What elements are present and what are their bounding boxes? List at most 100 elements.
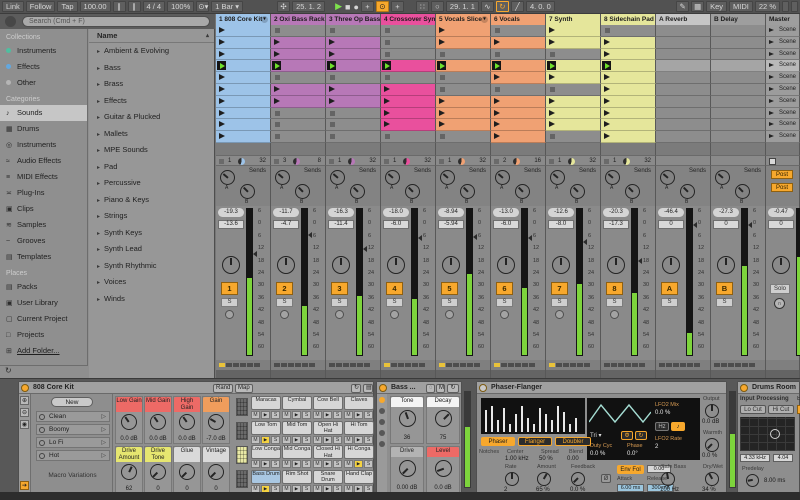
clip-slot[interactable] (711, 60, 766, 72)
pad-mute-button[interactable]: M (313, 411, 322, 419)
clip-stop-icon[interactable] (330, 122, 335, 127)
scene-slot[interactable]: Scene (766, 37, 800, 49)
stop-button[interactable]: ■ (345, 2, 350, 12)
variation-launch-icon[interactable]: ▷ (101, 412, 106, 422)
param-knob[interactable] (435, 410, 452, 427)
clip-slot[interactable] (326, 49, 381, 61)
groove-amount-field[interactable]: 100% (167, 1, 194, 12)
pad-solo-button[interactable]: S (271, 411, 280, 419)
scene-launch-icon[interactable] (769, 122, 774, 126)
param-knob[interactable] (435, 460, 452, 477)
output-knob[interactable] (705, 404, 719, 418)
clip-stop-icon[interactable] (275, 134, 280, 139)
category-item-plug-ins[interactable]: ≍Plug-Ins (0, 185, 87, 201)
arm-button[interactable] (390, 310, 399, 319)
category-item-clips[interactable]: ▣Clips (0, 201, 87, 217)
lfo-spin-icon[interactable]: ↻ (635, 431, 647, 440)
solo-button[interactable]: S (441, 298, 458, 307)
clip-slot[interactable] (601, 96, 656, 108)
clip-stop-icon[interactable] (440, 75, 445, 80)
variation-launch-icon[interactable]: ▷ (101, 451, 106, 461)
tempo-field[interactable]: 100.00 (80, 1, 111, 12)
pan-knob[interactable] (497, 256, 515, 274)
clip-slot[interactable] (436, 25, 491, 37)
browser-list-item[interactable]: ▸Brass (89, 76, 214, 93)
pan-knob[interactable] (387, 256, 405, 274)
clip-play-icon[interactable] (274, 39, 280, 45)
knob-value[interactable]: 36 (391, 435, 423, 441)
drum-pad-open-hi-hat[interactable]: Open Hi HatM▶S (313, 421, 343, 444)
arm-button[interactable] (280, 310, 289, 319)
clip-play-icon[interactable] (219, 98, 225, 104)
clip-play-icon[interactable] (219, 110, 225, 116)
clip-slot[interactable] (271, 96, 326, 108)
clip-slot[interactable] (216, 84, 271, 96)
volume-field[interactable]: -6.0 (493, 220, 519, 229)
scene-launch-icon[interactable] (769, 40, 774, 44)
clip-stop-icon[interactable] (330, 28, 335, 33)
clip-play-icon[interactable] (549, 110, 555, 116)
scene-launch-icon[interactable] (769, 75, 774, 79)
hotswap-icon[interactable]: ↻ (447, 384, 459, 393)
rack-view-toggle-icon[interactable]: ⊖ (20, 408, 29, 417)
clip-stop-all-icon[interactable] (329, 159, 334, 164)
peak-level-box[interactable]: -13.0 (493, 208, 519, 217)
new-variation-button[interactable]: New (51, 397, 93, 407)
solo-button[interactable]: S (221, 298, 238, 307)
clip-slot[interactable] (381, 131, 436, 143)
knob-value[interactable]: 0.00 dB (391, 485, 423, 491)
name-column-header[interactable]: Name▴ (89, 29, 214, 43)
pad-mute-button[interactable]: M (251, 411, 260, 419)
session-scroll-strip[interactable] (271, 370, 326, 378)
pad-mute-button[interactable]: M (313, 436, 322, 444)
clip-slot[interactable] (711, 49, 766, 61)
category-item-templates[interactable]: ▤Templates (0, 249, 87, 265)
pad-play-icon[interactable]: ▶ (354, 460, 363, 468)
clip-slot[interactable] (546, 49, 601, 61)
safe-bass-knob[interactable] (661, 472, 675, 486)
volume-field[interactable]: -11.4 (328, 220, 354, 229)
clip-slot[interactable] (271, 25, 326, 37)
clip-stop-icon[interactable] (275, 122, 280, 127)
clip-slot[interactable] (436, 131, 491, 143)
loop-switch-icon[interactable]: ↻ (496, 1, 509, 12)
category-item-midi-effects[interactable]: ≡MIDI Effects (0, 169, 87, 185)
scene-slot[interactable]: Scene (766, 72, 800, 84)
pan-knob[interactable] (607, 256, 625, 274)
pad-solo-button[interactable]: S (364, 436, 373, 444)
param-knob[interactable] (399, 410, 416, 427)
clip-slot[interactable] (656, 96, 711, 108)
clip-play-icon[interactable] (384, 86, 390, 92)
pad-play-icon[interactable]: ▶ (292, 436, 301, 444)
clip-slot[interactable] (271, 37, 326, 49)
clip-slot[interactable] (656, 84, 711, 96)
session-scroll-strip[interactable] (216, 370, 271, 378)
clip-play-icon[interactable] (604, 39, 610, 45)
drum-pad-mid-tom[interactable]: Mid TomM▶S (282, 421, 312, 444)
session-scroll-strip[interactable] (601, 370, 656, 378)
pad-play-icon[interactable]: ▶ (261, 436, 270, 444)
send-a-knob[interactable] (660, 170, 675, 185)
arm-button[interactable] (225, 310, 234, 319)
clip-play-icon[interactable] (494, 98, 500, 104)
clip-slot[interactable] (271, 49, 326, 61)
lfo2-hz-button[interactable]: Hz (655, 422, 669, 431)
fold-icon[interactable]: ▾ (481, 16, 488, 23)
volume-field[interactable]: 0 (658, 220, 684, 229)
clip-slot[interactable] (491, 96, 546, 108)
clip-slot[interactable] (436, 96, 491, 108)
clip-slot[interactable] (216, 60, 271, 72)
pad-mute-button[interactable]: M (344, 436, 353, 444)
scene-slot[interactable]: Scene (766, 119, 800, 131)
clip-slot[interactable] (656, 108, 711, 120)
macro-knob[interactable] (179, 414, 195, 430)
clip-play-icon[interactable] (274, 51, 280, 57)
pad-mute-button[interactable]: M (344, 460, 353, 468)
clip-slot[interactable] (656, 72, 711, 84)
scene-launch-icon[interactable] (769, 99, 774, 103)
clip-slot[interactable] (711, 25, 766, 37)
clip-play-icon[interactable] (274, 86, 280, 92)
drum-pad-hand-clap[interactable]: Hand ClapM▶S (344, 470, 374, 493)
drum-pad-claves[interactable]: ClavesM▶S (344, 396, 374, 419)
track-header[interactable]: 3 Three Op Bass (326, 14, 381, 25)
